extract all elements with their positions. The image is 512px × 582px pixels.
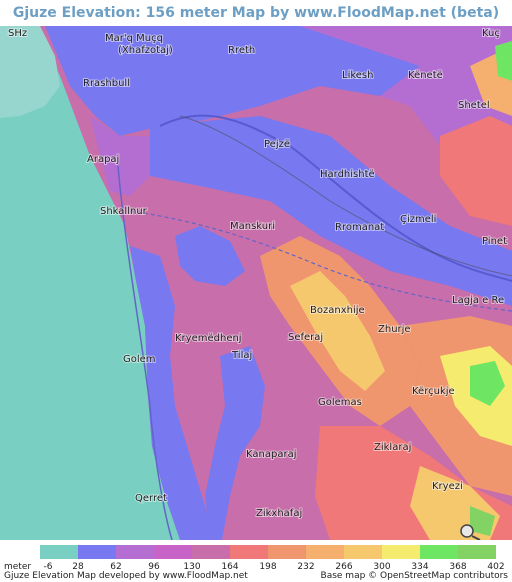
place-label: Rrashbull [83, 78, 130, 89]
place-label: Kryemëdhenj [175, 333, 242, 344]
legend-swatch [116, 545, 154, 559]
credit-left: Gjuze Elevation Map developed by www.Flo… [4, 571, 248, 581]
legend-swatch [382, 545, 420, 559]
place-label: Shetel [458, 100, 490, 111]
place-label: Çizmeli [400, 214, 436, 225]
place-label: Bozanxhije [310, 305, 365, 316]
place-label: Manskuri [230, 221, 275, 232]
place-label: Zhurje [378, 324, 411, 335]
legend-swatch [192, 545, 230, 559]
map-title: Gjuze Elevation: 156 meter Map by www.Fl… [12, 5, 500, 21]
place-label: Kuç [482, 28, 500, 39]
legend-tick-label: 198 [259, 562, 277, 572]
legend-swatch [268, 545, 306, 559]
place-label: Kënetë [408, 70, 443, 81]
place-label: Pejzë [264, 139, 290, 150]
place-label: Kërçukje [412, 386, 455, 397]
place-label: Kanaparaj [246, 449, 296, 460]
elevation-map[interactable]: SHz Mar'q Muçq (Xhafzotaj) Rreth Rrashbu… [0, 26, 512, 540]
place-label: Golemas [318, 397, 362, 408]
place-label: Zikxhafaj [256, 508, 302, 519]
place-label: Rromanat [335, 222, 384, 233]
legend-swatch [78, 545, 116, 559]
place-label: Ziklaraj [374, 442, 411, 453]
legend-swatch [420, 545, 458, 559]
place-label: Tilaj [231, 350, 252, 361]
place-label: Hardhishtë [320, 169, 375, 180]
place-label: SHz [8, 28, 27, 39]
legend-swatch [344, 545, 382, 559]
place-label: Seferaj [288, 332, 323, 343]
legend-swatch [154, 545, 192, 559]
legend-swatch [40, 545, 78, 559]
place-label: Shkallnur [100, 206, 148, 217]
location-marker [460, 524, 474, 538]
credit-right: Base map © OpenStreetMap contributors [320, 571, 508, 581]
place-label: Qerret [135, 493, 167, 504]
place-label: Mar'q Muçq [105, 33, 163, 44]
legend-swatch [458, 545, 496, 559]
place-label: Rreth [228, 45, 255, 56]
place-label: Golem [123, 354, 156, 365]
place-label: Arapaj [87, 154, 119, 165]
elevation-legend: meter -6 28 62 96 130 164 198 232 266 300 334 368 40… [0, 540, 512, 582]
legend-swatch [306, 545, 344, 559]
legend-tick-label: 232 [297, 562, 315, 572]
place-label: Kryezi [432, 481, 463, 492]
place-label: (Xhafzotaj) [118, 45, 173, 56]
place-label: Pinet [482, 236, 507, 247]
place-label: Lagja e Re [452, 295, 504, 306]
place-label: Likesh [342, 70, 373, 81]
legend-swatch [230, 545, 268, 559]
